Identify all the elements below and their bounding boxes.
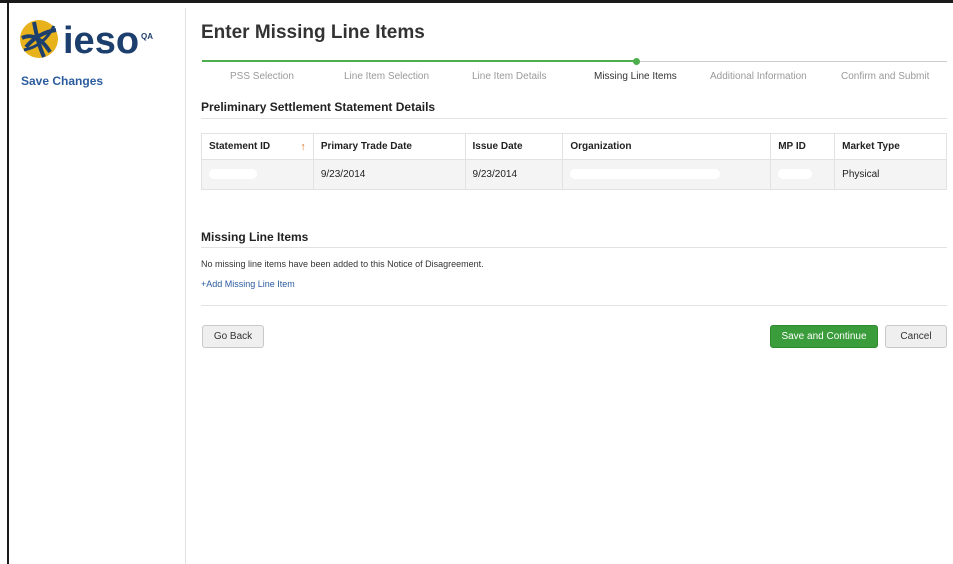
pss-section-title: Preliminary Settlement Statement Details — [201, 100, 436, 114]
save-changes-link[interactable]: Save Changes — [21, 74, 103, 88]
window-top-border — [0, 0, 953, 3]
cell-organization — [562, 159, 772, 190]
cell-market-type: Physical — [834, 159, 947, 190]
column-statement-id[interactable]: Statement ID ↑ — [201, 133, 314, 160]
column-market-type[interactable]: Market Type — [834, 133, 947, 160]
globe-logo-icon — [20, 20, 58, 58]
redacted-statement-id — [209, 169, 257, 180]
table-row: 9/23/2014 9/23/2014 Physical — [201, 159, 947, 190]
missing-section-title: Missing Line Items — [201, 230, 309, 244]
redacted-organization — [570, 169, 721, 180]
cancel-button[interactable]: Cancel — [885, 325, 947, 348]
step-missing-line-items: Missing Line Items — [594, 71, 677, 82]
column-primary-trade-date[interactable]: Primary Trade Date — [312, 133, 466, 160]
missing-section-rule — [201, 247, 947, 248]
table-header-row: Statement ID ↑ Primary Trade Date Issue … — [201, 133, 947, 160]
column-organization[interactable]: Organization — [562, 133, 772, 160]
step-additional-information: Additional Information — [710, 71, 807, 82]
page-title: Enter Missing Line Items — [201, 22, 425, 43]
pss-section-rule — [201, 118, 947, 119]
column-label: Statement ID — [209, 140, 271, 152]
cell-mp-id — [770, 159, 836, 190]
sort-ascending-icon: ↑ — [300, 140, 306, 153]
step-confirm-and-submit: Confirm and Submit — [841, 71, 930, 82]
step-pss-selection: PSS Selection — [230, 71, 294, 82]
go-back-button[interactable]: Go Back — [202, 325, 264, 348]
cell-statement-id — [201, 159, 314, 190]
progress-current-dot — [633, 58, 640, 65]
environment-badge: QA — [141, 32, 153, 41]
ieso-logo: ieso QA — [18, 18, 168, 64]
step-line-item-selection: Line Item Selection — [344, 71, 430, 82]
actions-divider — [201, 305, 947, 306]
logo-wordmark: ieso — [63, 20, 140, 62]
window-left-border — [7, 0, 9, 564]
column-issue-date[interactable]: Issue Date — [464, 133, 564, 160]
sidebar-divider — [185, 8, 186, 564]
pss-table: Statement ID ↑ Primary Trade Date Issue … — [201, 133, 947, 190]
cell-primary-trade-date: 9/23/2014 — [312, 159, 466, 190]
cell-issue-date: 9/23/2014 — [464, 159, 564, 190]
step-line-item-details: Line Item Details — [472, 71, 547, 82]
progress-fill — [202, 60, 636, 62]
column-mp-id[interactable]: MP ID — [770, 133, 836, 160]
empty-state-message: No missing line items have been added to… — [201, 259, 484, 269]
add-missing-line-item-link[interactable]: +Add Missing Line Item — [201, 279, 295, 289]
save-and-continue-button[interactable]: Save and Continue — [770, 325, 878, 348]
redacted-mp-id — [778, 169, 813, 180]
